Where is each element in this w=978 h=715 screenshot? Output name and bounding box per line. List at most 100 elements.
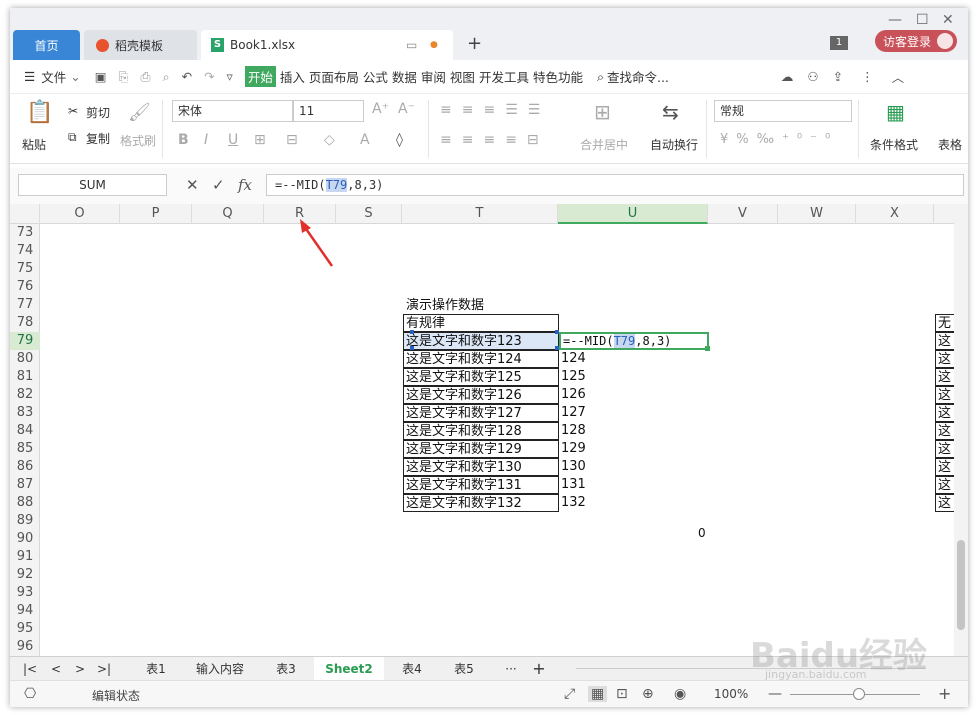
- vertical-scrollbar[interactable]: [954, 204, 968, 656]
- conditional-format-button[interactable]: 条件格式: [870, 136, 918, 153]
- right-text-cell[interactable]: 这: [935, 458, 954, 476]
- row-header[interactable]: 90: [10, 530, 40, 548]
- sheet-tab[interactable]: 输入内容: [182, 657, 258, 681]
- right-text-cell[interactable]: 这: [935, 476, 954, 494]
- name-box[interactable]: SUM: [18, 174, 167, 196]
- more-options-icon[interactable]: ⋮: [861, 69, 874, 84]
- sheet-tab[interactable]: 表3: [260, 657, 312, 681]
- number-format-select[interactable]: 常规: [714, 100, 852, 122]
- eye-protection-icon[interactable]: ◉: [674, 686, 686, 702]
- fill-style-icon[interactable]: ⊟: [286, 132, 298, 148]
- print-icon[interactable]: ⎙: [141, 69, 151, 85]
- row-header[interactable]: 93: [10, 584, 40, 602]
- active-cell-u79[interactable]: =--MID(T79,8,3): [559, 332, 709, 350]
- right-text-cell[interactable]: 这: [935, 386, 954, 404]
- menu-page-layout[interactable]: 页面布局: [309, 67, 359, 86]
- cell-grid[interactable]: 演示操作数据 有规律 这是文字和数字123 这是文字和数字124 这是文字和数字…: [40, 224, 954, 656]
- more-dropdown-icon[interactable]: ▿: [227, 69, 233, 84]
- fx-icon[interactable]: fx: [238, 176, 252, 194]
- confirm-icon[interactable]: ✓: [212, 176, 225, 194]
- fill-color-icon[interactable]: ◇: [324, 132, 335, 148]
- right-text-cell[interactable]: 这: [935, 368, 954, 386]
- row-header[interactable]: 94: [10, 602, 40, 620]
- more-sheets-button[interactable]: ···: [498, 657, 524, 681]
- result-cell[interactable]: 126: [561, 386, 621, 404]
- row-header[interactable]: 77: [10, 296, 40, 314]
- menu-home[interactable]: 开始: [244, 66, 276, 87]
- normal-view-icon[interactable]: ▦: [588, 686, 608, 702]
- text-cell[interactable]: 这是文字和数字124: [403, 350, 559, 368]
- vertical-align-icons[interactable]: ≡≡≡☰☰: [440, 102, 550, 118]
- wrap-text-button[interactable]: 自动换行: [650, 136, 698, 153]
- fill-handle[interactable]: [705, 346, 710, 351]
- sheet-tab[interactable]: 表5: [438, 657, 490, 681]
- range-handle[interactable]: [410, 346, 414, 350]
- result-cell[interactable]: 127: [561, 404, 621, 422]
- text-cell[interactable]: 这是文字和数字129: [403, 440, 559, 458]
- column-header-x[interactable]: X: [856, 204, 934, 224]
- result-cell[interactable]: 131: [561, 476, 621, 494]
- right-text-cell[interactable]: 这: [935, 332, 954, 350]
- row-header[interactable]: 95: [10, 620, 40, 638]
- sheet-title-cell[interactable]: 演示操作数据: [404, 297, 560, 315]
- tab-home[interactable]: 首页: [13, 30, 80, 60]
- zoom-out-icon[interactable]: —: [768, 686, 782, 702]
- menu-data[interactable]: 数据: [392, 67, 417, 86]
- bold-icon[interactable]: B: [178, 132, 189, 148]
- right-text-cell[interactable]: 这: [935, 494, 954, 512]
- row-header[interactable]: 76: [10, 278, 40, 296]
- text-cell[interactable]: 这是文字和数字131: [403, 476, 559, 494]
- row-header[interactable]: 82: [10, 386, 40, 404]
- right-text-cell[interactable]: 这: [935, 422, 954, 440]
- cancel-icon[interactable]: ✕: [186, 176, 199, 194]
- row-header[interactable]: 73: [10, 224, 40, 242]
- paste-icon[interactable]: 📋: [26, 100, 53, 125]
- result-cell[interactable]: 124: [561, 350, 621, 368]
- copy-button[interactable]: 复制: [86, 130, 110, 147]
- text-cell[interactable]: 这是文字和数字123: [403, 332, 559, 350]
- table-style-button[interactable]: 表格: [938, 136, 962, 153]
- menu-formulas[interactable]: 公式: [363, 67, 388, 86]
- row-header[interactable]: 78: [10, 314, 40, 332]
- result-cell[interactable]: 125: [561, 368, 621, 386]
- tab-book1[interactable]: S Book1.xlsx ▭ ●: [201, 30, 453, 60]
- column-header-q[interactable]: Q: [192, 204, 264, 224]
- scroll-thumb[interactable]: [957, 540, 965, 630]
- text-cell[interactable]: 这是文字和数字126: [403, 386, 559, 404]
- column-header-p[interactable]: P: [120, 204, 192, 224]
- increase-font-icon[interactable]: A⁺: [372, 101, 389, 117]
- prev-sheet-icon[interactable]: <: [46, 657, 66, 681]
- row-header[interactable]: 96: [10, 638, 40, 656]
- column-header-r[interactable]: R: [264, 204, 336, 224]
- zero-cell[interactable]: 0: [698, 524, 710, 542]
- range-handle[interactable]: [555, 330, 559, 334]
- merge-center-button[interactable]: 合并居中: [580, 136, 628, 153]
- redo-icon[interactable]: ↷: [204, 69, 214, 84]
- column-header-w[interactable]: W: [778, 204, 856, 224]
- login-button[interactable]: 访客登录: [875, 30, 957, 52]
- text-cell[interactable]: 这是文字和数字128: [403, 422, 559, 440]
- text-cell[interactable]: 这是文字和数字127: [403, 404, 559, 422]
- command-search[interactable]: 查找命令...: [607, 67, 669, 86]
- macro-icon[interactable]: ⎔: [24, 686, 36, 702]
- underline-icon[interactable]: U: [228, 132, 238, 148]
- row-header[interactable]: 91: [10, 548, 40, 566]
- row-header[interactable]: 84: [10, 422, 40, 440]
- add-sheet-button[interactable]: +: [528, 657, 550, 681]
- cloud-sync-icon[interactable]: ☁: [781, 69, 794, 84]
- row-header[interactable]: 86: [10, 458, 40, 476]
- menu-review[interactable]: 审阅: [421, 67, 446, 86]
- right-header-cell[interactable]: 无: [935, 314, 954, 332]
- format-painter-button[interactable]: 格式刷: [120, 132, 156, 149]
- new-tab-button[interactable]: +: [467, 33, 482, 54]
- right-text-cell[interactable]: 这: [935, 404, 954, 422]
- zoom-slider-thumb[interactable]: [853, 688, 865, 700]
- column-header-u[interactable]: U: [558, 204, 708, 224]
- sheet-tab-active[interactable]: Sheet2: [314, 657, 384, 681]
- row-header[interactable]: 87: [10, 476, 40, 494]
- text-cell[interactable]: 这是文字和数字130: [403, 458, 559, 476]
- horizontal-align-icons[interactable]: ≡≡≡≡⊟: [440, 132, 549, 148]
- close-button[interactable]: ✕: [942, 12, 954, 28]
- minimize-button[interactable]: —: [888, 12, 902, 28]
- save-icon[interactable]: ▣: [95, 69, 107, 84]
